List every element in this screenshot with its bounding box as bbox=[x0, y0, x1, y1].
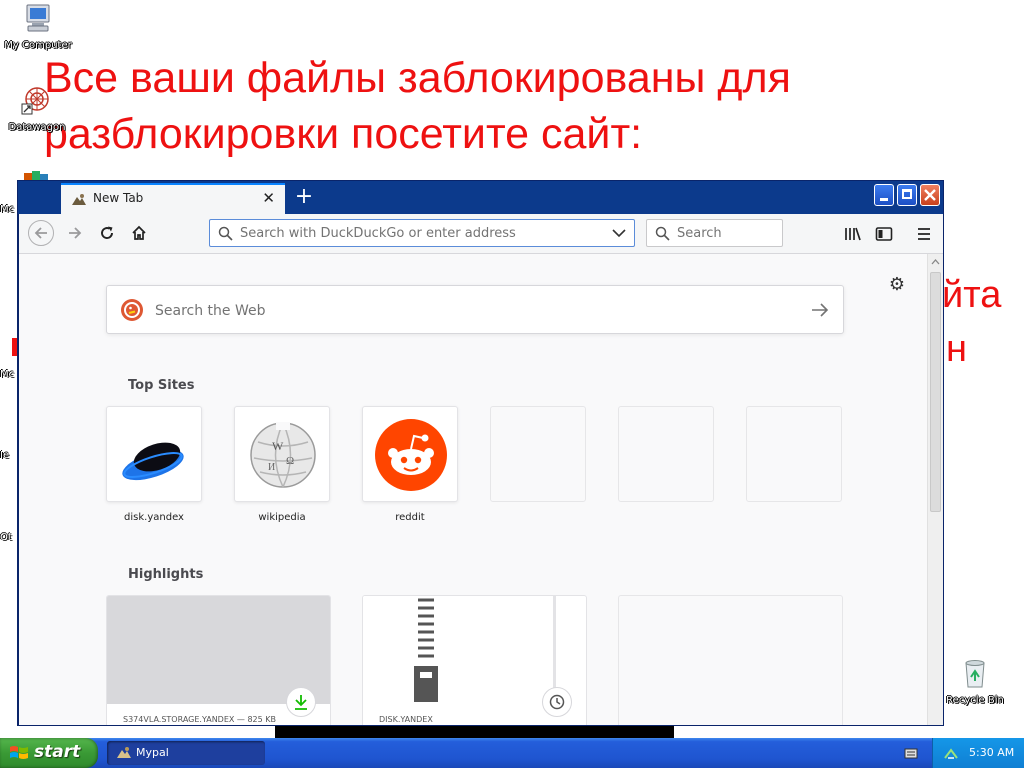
datawagon-label: Datawagon bbox=[8, 122, 66, 133]
home-button[interactable] bbox=[125, 219, 153, 247]
datawagon-shortcut[interactable]: Datawagon bbox=[2, 84, 72, 133]
yandex-disk-logo-icon bbox=[122, 442, 184, 481]
my-computer-label: My Computer bbox=[4, 40, 72, 51]
ransom-message-fragment-1: йта bbox=[942, 274, 1002, 316]
taskbar-item-mypal[interactable]: Mypal bbox=[107, 741, 265, 765]
menu-button[interactable] bbox=[912, 222, 936, 246]
download-badge bbox=[286, 687, 316, 717]
back-button[interactable] bbox=[28, 220, 54, 246]
datawagon-icon bbox=[21, 87, 49, 115]
vertical-scrollbar[interactable] bbox=[927, 254, 943, 725]
new-tab-page: ⚙ Top Sites bbox=[19, 254, 927, 725]
highlight-source: DISK.YANDEX bbox=[379, 715, 433, 724]
reload-icon bbox=[101, 226, 113, 239]
top-sites-heading: Top Sites bbox=[128, 378, 195, 393]
edge-label-1: Mc bbox=[0, 204, 15, 215]
close-icon bbox=[924, 189, 936, 201]
clock[interactable]: 5:30 AM bbox=[969, 746, 1014, 759]
edge-label-2: Mc bbox=[0, 369, 15, 380]
my-computer-shortcut[interactable]: My Computer bbox=[3, 2, 73, 51]
scroll-up-icon[interactable] bbox=[931, 259, 940, 265]
my-computer-icon bbox=[26, 4, 50, 32]
top-site-tile-empty bbox=[618, 406, 714, 502]
search-bar[interactable] bbox=[646, 219, 783, 247]
close-button[interactable] bbox=[920, 184, 940, 206]
clock-icon bbox=[549, 694, 565, 710]
network-status-icon[interactable] bbox=[943, 746, 959, 760]
new-tab-button[interactable]: + bbox=[291, 184, 317, 210]
highlight-source: S374VLA.STORAGE.YANDEX — 825 KB bbox=[123, 715, 277, 724]
highlight-card-empty bbox=[618, 595, 843, 725]
search-icon bbox=[655, 226, 670, 241]
top-site-tile-reddit[interactable] bbox=[362, 406, 458, 502]
reddit-logo-icon bbox=[375, 419, 447, 491]
tab-new-tab[interactable]: New Tab ✕ bbox=[61, 183, 285, 214]
download-arrow-icon bbox=[295, 695, 307, 710]
search-icon bbox=[218, 226, 233, 241]
web-search-box[interactable] bbox=[106, 285, 844, 334]
top-site-label-disk-yandex[interactable]: disk.yandex bbox=[99, 512, 209, 523]
recycle-bin-icon bbox=[965, 660, 985, 688]
windows-logo-icon bbox=[10, 746, 28, 759]
browser-titlebar[interactable]: New Tab ✕ + bbox=[18, 181, 943, 214]
address-bar[interactable] bbox=[209, 219, 635, 247]
top-site-label-reddit[interactable]: reddit bbox=[355, 512, 465, 523]
top-site-tile-empty bbox=[746, 406, 842, 502]
svg-text:W: W bbox=[272, 439, 284, 453]
black-strip bbox=[275, 726, 674, 738]
keyboard-icon[interactable] bbox=[904, 746, 918, 760]
svg-text:И: И bbox=[268, 462, 275, 473]
web-search-input[interactable] bbox=[153, 299, 797, 323]
library-icon bbox=[845, 227, 861, 241]
mypal-app-icon bbox=[117, 747, 131, 758]
chevron-down-icon[interactable] bbox=[612, 229, 626, 238]
minimize-button[interactable] bbox=[874, 184, 894, 206]
scrollbar-thumb[interactable] bbox=[930, 272, 941, 512]
taskbar-item-label: Mypal bbox=[136, 746, 169, 759]
address-input[interactable] bbox=[240, 224, 600, 242]
start-label: start bbox=[34, 742, 81, 762]
sidebar-icon bbox=[875, 227, 893, 241]
top-site-tile-wikipedia[interactable]: W Ω И bbox=[234, 406, 330, 502]
zip-archive-icon bbox=[413, 596, 439, 704]
maximize-button[interactable] bbox=[897, 184, 917, 206]
highlight-preview-image bbox=[363, 596, 553, 704]
maximize-icon bbox=[902, 189, 912, 199]
tab-favicon-icon bbox=[72, 194, 86, 205]
svg-text:Ω: Ω bbox=[286, 455, 294, 467]
home-icon bbox=[132, 225, 146, 240]
navigation-toolbar bbox=[19, 214, 943, 254]
reload-button[interactable] bbox=[93, 219, 121, 247]
recycle-bin-label: Recycle Bin bbox=[946, 695, 1004, 706]
duckduckgo-logo-icon bbox=[121, 299, 143, 321]
tab-close-icon[interactable]: ✕ bbox=[262, 189, 275, 207]
edge-label-3: Ie bbox=[0, 450, 10, 461]
back-arrow-icon bbox=[34, 227, 47, 239]
settings-gear-icon[interactable]: ⚙ bbox=[887, 274, 907, 295]
tab-title: New Tab bbox=[93, 191, 144, 205]
search-input[interactable] bbox=[677, 224, 777, 242]
hamburger-menu-icon bbox=[918, 228, 930, 240]
ransom-message-line-2: разблокировки посетите сайт: bbox=[44, 110, 643, 158]
system-tray: 5:30 AM bbox=[932, 738, 1024, 768]
start-button[interactable]: start bbox=[0, 738, 98, 768]
arrow-right-icon[interactable] bbox=[811, 302, 829, 318]
ransom-message-line-1: Все ваши файлы заблокированы для bbox=[44, 54, 791, 102]
top-site-label-wikipedia[interactable]: wikipedia bbox=[227, 512, 337, 523]
taskbar: start Mypal 5:30 AM bbox=[0, 738, 1024, 768]
library-button[interactable] bbox=[841, 222, 865, 246]
browser-window: New Tab ✕ + Search with DuckDuckGo or en… bbox=[17, 180, 944, 726]
forward-arrow-icon bbox=[69, 227, 82, 239]
forward-button[interactable] bbox=[61, 219, 89, 247]
sidebar-button[interactable] bbox=[872, 222, 896, 246]
minimize-icon bbox=[880, 198, 888, 201]
edge-label-4: Ot bbox=[0, 532, 12, 543]
highlights-heading: Highlights bbox=[128, 567, 204, 582]
top-site-tile-empty bbox=[490, 406, 586, 502]
top-site-tile-disk-yandex[interactable] bbox=[106, 406, 202, 502]
recycle-bin-shortcut[interactable]: Recycle Bin bbox=[940, 657, 1010, 706]
wikipedia-globe-icon: W Ω И bbox=[250, 422, 316, 488]
history-badge bbox=[542, 687, 572, 717]
ransom-message-fragment-2: н bbox=[946, 328, 967, 370]
